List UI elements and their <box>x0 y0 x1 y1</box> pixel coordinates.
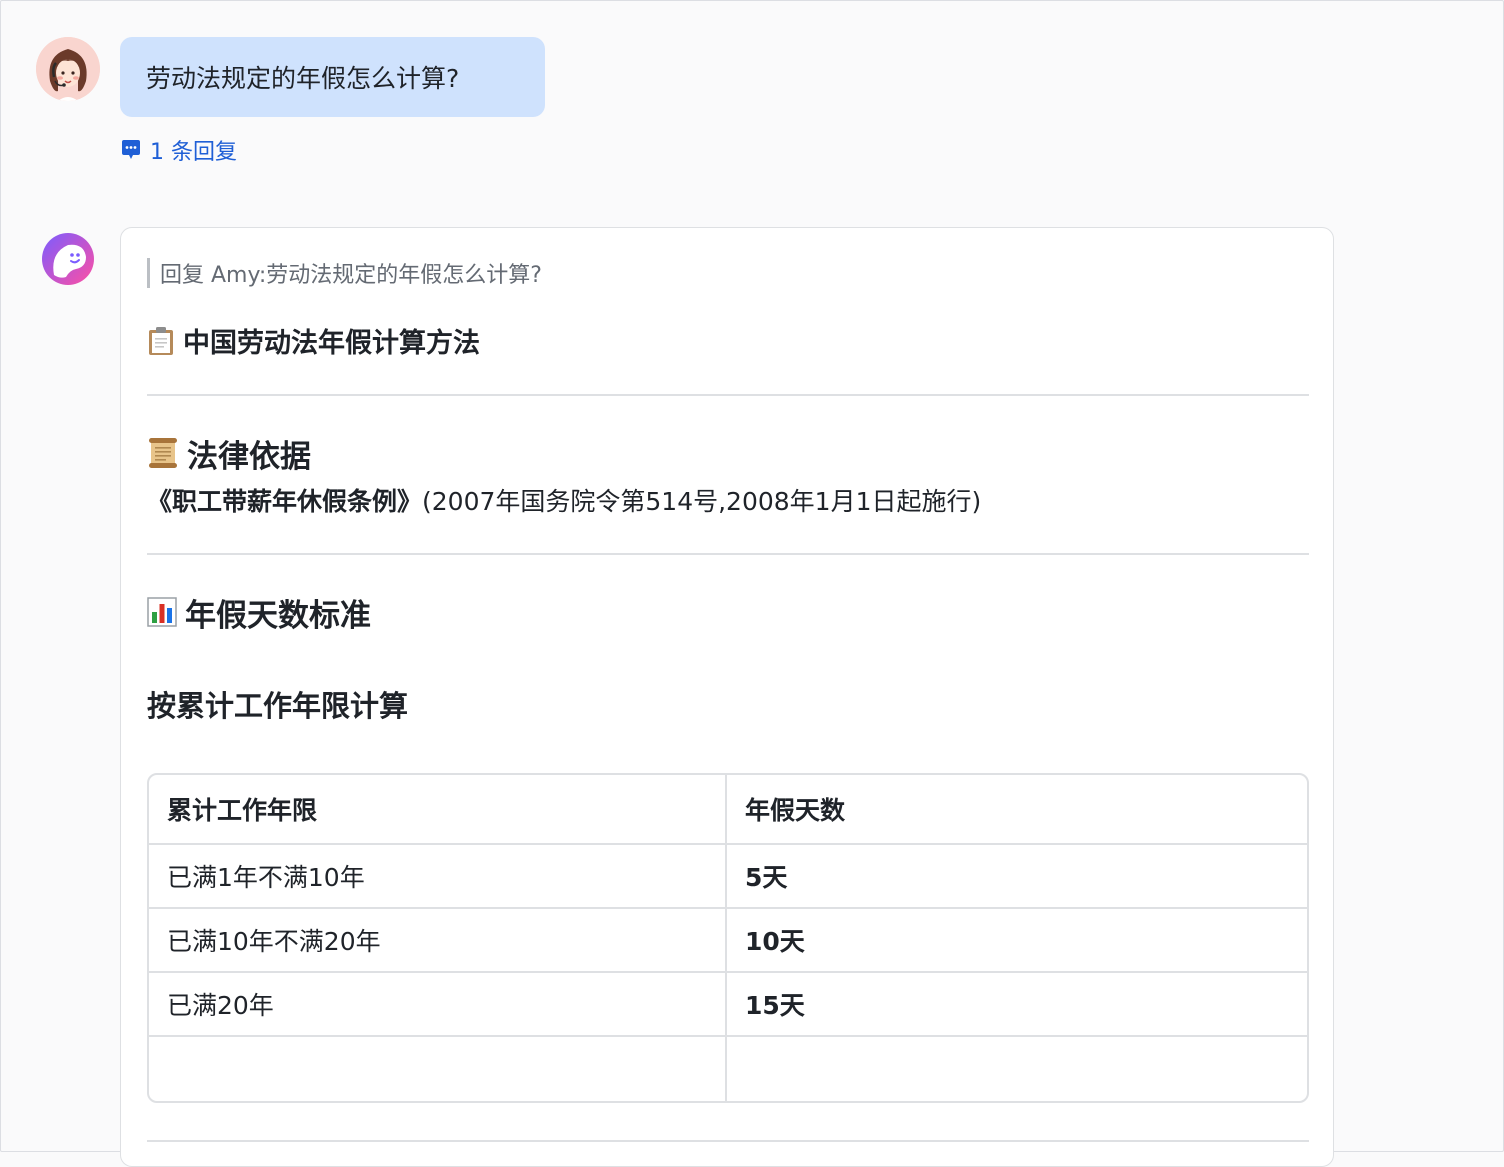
regulation-note: (2007年国务院令第514号,2008年1月1日起施行) <box>422 487 982 516</box>
table-cell: 已满10年不满20年 <box>149 909 727 973</box>
thread-replies-link[interactable]: 1 条回复 <box>120 134 237 166</box>
comment-icon <box>120 139 142 161</box>
table-row: 已满1年不满10年 5天 <box>149 845 1307 909</box>
calculation-basis-subheading-text: 按累计工作年限计算 <box>147 689 409 723</box>
table-header-cell: 累计工作年限 <box>149 775 727 845</box>
table-row: 已满10年不满20年 10天 <box>149 909 1307 973</box>
table-row <box>149 1037 1307 1101</box>
answer-title-text: 中国劳动法年假计算方法 <box>183 327 480 359</box>
table-row: 已满20年 15天 <box>149 973 1307 1037</box>
user-message-text: 劳动法规定的年假怎么计算? <box>146 64 460 93</box>
quoted-reply-text: 回复 Amy:劳动法规定的年假怎么计算? <box>160 263 542 288</box>
calculation-basis-subheading: 按累计工作年限计算 <box>147 684 408 724</box>
table-cell: 15天 <box>727 973 1307 1037</box>
reply-count-label: 1 条回复 <box>150 140 237 165</box>
law-reference: 《职工带薪年休假条例》 (2007年国务院令第514号,2008年1月1日起施行… <box>147 480 981 520</box>
leave-standard-heading-text: 年假天数标准 <box>185 597 371 634</box>
table-header-cell: 年假天数 <box>727 775 1307 845</box>
regulation-name: 《职工带薪年休假条例》 <box>147 487 423 516</box>
user-avatar[interactable] <box>36 37 100 101</box>
scroll-icon <box>147 437 179 469</box>
table-cell: 5天 <box>727 845 1307 909</box>
divider <box>147 394 1309 396</box>
law-basis-heading-text: 法律依据 <box>187 438 311 475</box>
leave-standard-heading: 年假天数标准 <box>147 590 371 634</box>
table-cell: 已满20年 <box>149 973 727 1037</box>
leave-days-table: 累计工作年限 年假天数 已满1年不满10年 5天 已满10年不满20年 10天 … <box>147 773 1309 1103</box>
bar-chart-icon <box>147 596 177 628</box>
law-basis-heading: 法律依据 <box>147 431 311 475</box>
assistant-message-card: 回复 Amy:劳动法规定的年假怎么计算? 中国劳动法年假计算方法 法律依据 《职… <box>120 227 1334 1167</box>
answer-title: 中国劳动法年假计算方法 <box>147 320 480 360</box>
divider <box>147 553 1309 555</box>
user-message-bubble[interactable]: 劳动法规定的年假怎么计算? <box>120 37 545 117</box>
table-cell: 10天 <box>727 909 1307 973</box>
clipboard-icon <box>147 326 175 355</box>
table-cell <box>149 1037 727 1101</box>
table-cell: 已满1年不满10年 <box>149 845 727 909</box>
assistant-avatar[interactable] <box>42 233 94 285</box>
quoted-reply: 回复 Amy:劳动法规定的年假怎么计算? <box>147 258 542 288</box>
table-cell <box>727 1037 1307 1101</box>
table-header-row: 累计工作年限 年假天数 <box>149 775 1307 845</box>
divider <box>147 1140 1309 1142</box>
